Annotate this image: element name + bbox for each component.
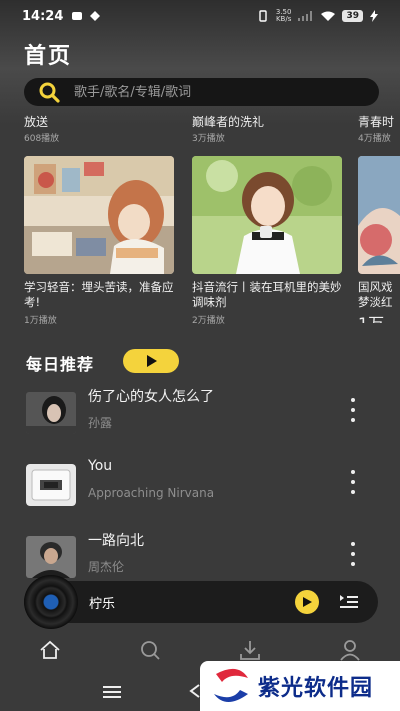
song-row[interactable]: 一路向北 周杰伦 — [26, 528, 376, 584]
play-all-button[interactable] — [123, 349, 179, 373]
playlist-title: 抖音流行丨装在耳机里的美妙调味剂 — [192, 280, 342, 309]
more-options-icon[interactable] — [348, 398, 358, 422]
more-options-icon[interactable] — [348, 470, 358, 494]
playlist-card-1[interactable]: 放送 608播放 学习轻音：埋头苦读，准备应考! 1万播放 — [24, 113, 174, 326]
song-artist: 周杰伦 — [88, 560, 125, 574]
song-cover — [26, 392, 76, 434]
playlist-title: 国风戏梦淡红 — [358, 280, 393, 309]
play-icon — [303, 597, 312, 607]
notification-icon — [72, 12, 83, 20]
player-play-button[interactable] — [295, 590, 319, 614]
song-name: 伤了心的女人怎么了 — [88, 389, 214, 405]
search-bar[interactable] — [24, 78, 379, 106]
song-artist: Approaching Nirvana — [88, 486, 215, 500]
prev-card-title: 放送 — [24, 115, 49, 129]
playlist-title: 学习轻音：埋头苦读，准备应考! — [24, 280, 174, 309]
vinyl-disc-icon[interactable] — [24, 575, 78, 629]
player-song-title: 柠乐 — [89, 597, 116, 612]
playlist-plays: 2万播放 — [192, 316, 225, 326]
prev-card-plays: 4万播放 — [358, 134, 391, 144]
daily-recommend-title: 每日推荐 — [26, 355, 95, 374]
home-icon — [40, 640, 60, 659]
watermark-text: 紫光软件园 — [258, 676, 374, 701]
playlist-icon[interactable] — [339, 593, 359, 611]
search-input[interactable] — [74, 84, 334, 100]
playlist-cover-study[interactable] — [24, 156, 174, 274]
prev-card-title: 青春时 — [358, 115, 395, 129]
page-title: 首页 — [24, 44, 73, 69]
playlist-cover-tiktok[interactable] — [192, 156, 342, 274]
status-bar: 14:24 3.50 KB/s 39 — [0, 0, 400, 32]
signal-icon — [298, 11, 313, 21]
tab-search[interactable] — [100, 630, 200, 670]
network-speed-unit: KB/s — [275, 15, 292, 23]
prev-card-plays: 608播放 — [24, 134, 60, 144]
song-cover — [26, 464, 76, 506]
playlist-cover-guofeng[interactable] — [358, 156, 400, 274]
vibrate-icon — [259, 10, 267, 22]
search-icon — [141, 641, 160, 660]
app-notification-icon — [90, 11, 101, 21]
wifi-icon — [321, 11, 336, 21]
battery-indicator: 39 — [342, 10, 363, 22]
song-row[interactable]: 伤了心的女人怎么了 孙露 — [26, 384, 376, 440]
song-name: 一路向北 — [88, 533, 144, 549]
profile-icon — [340, 640, 360, 661]
playlist-plays: 1万播放 — [24, 316, 57, 326]
prev-card-title: 巅峰者的洗礼 — [192, 115, 265, 129]
download-icon — [240, 641, 260, 660]
playlist-plays: 1万播放 — [358, 310, 400, 323]
home-nav-icon[interactable] — [188, 683, 200, 699]
watermark-logo-icon — [214, 668, 248, 702]
watermark-logo: 紫光软件园 — [200, 661, 400, 711]
song-cover — [26, 536, 76, 578]
play-icon — [147, 355, 157, 367]
song-row[interactable]: You Approaching Nirvana — [26, 456, 376, 512]
mini-player[interactable]: 柠乐 — [24, 575, 378, 629]
playlist-card-3[interactable]: 青春时 4万播放 国风戏梦淡红 1万播放 — [358, 113, 400, 323]
search-icon — [39, 82, 60, 103]
status-time: 14:24 — [22, 8, 64, 24]
song-name: You — [88, 458, 113, 474]
song-artist: 孙露 — [88, 416, 113, 430]
more-options-icon[interactable] — [348, 542, 358, 566]
menu-icon[interactable] — [103, 685, 121, 699]
tab-home[interactable] — [0, 630, 100, 670]
playlist-card-2[interactable]: 巅峰者的洗礼 3万播放 抖音流行丨装在耳机里的美妙调味剂 2万播放 — [192, 113, 342, 326]
charging-icon — [370, 10, 378, 22]
prev-card-plays: 3万播放 — [192, 134, 225, 144]
